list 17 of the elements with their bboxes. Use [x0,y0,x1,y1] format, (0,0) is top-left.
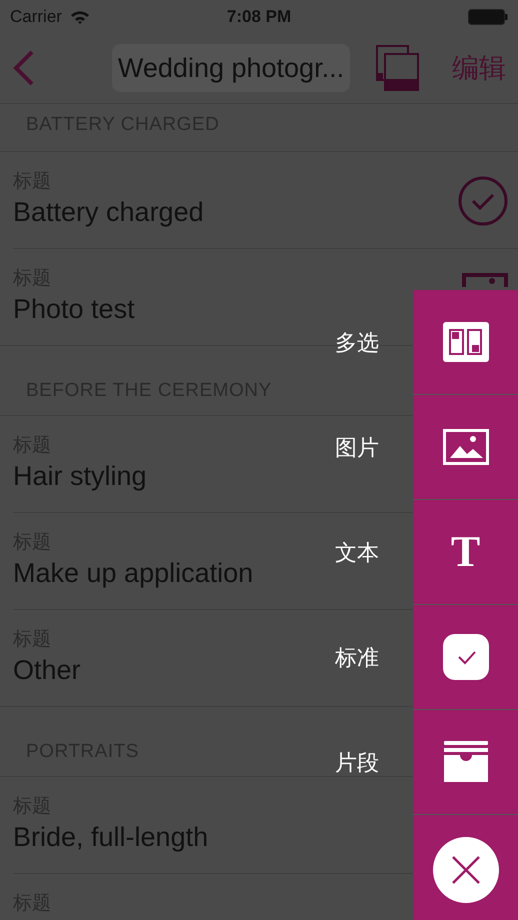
carrier-name: Carrier [10,6,62,28]
menu-item-label: 多选 [335,328,379,356]
row-title: Bride, full-length [13,820,208,854]
status-time: 7:08 PM [226,6,292,28]
menu-item-label: 标准 [335,644,379,672]
edit-button[interactable]: 编辑 [452,48,506,88]
row-title: Battery charged [13,196,204,229]
menu-item-label: 文本 [335,538,379,566]
menu-item-label: 片段 [335,748,379,776]
menu-item-label: 图片 [335,434,379,462]
menu-item-button[interactable]: T [413,500,518,604]
text-glyph: T [450,530,480,574]
row-title: Make up application [13,556,254,590]
row-title: Other [13,654,81,686]
title-field[interactable]: Wedding photogr... [112,44,350,92]
row-title: Photo test [13,292,135,326]
row-title: Hair styling [13,460,147,493]
